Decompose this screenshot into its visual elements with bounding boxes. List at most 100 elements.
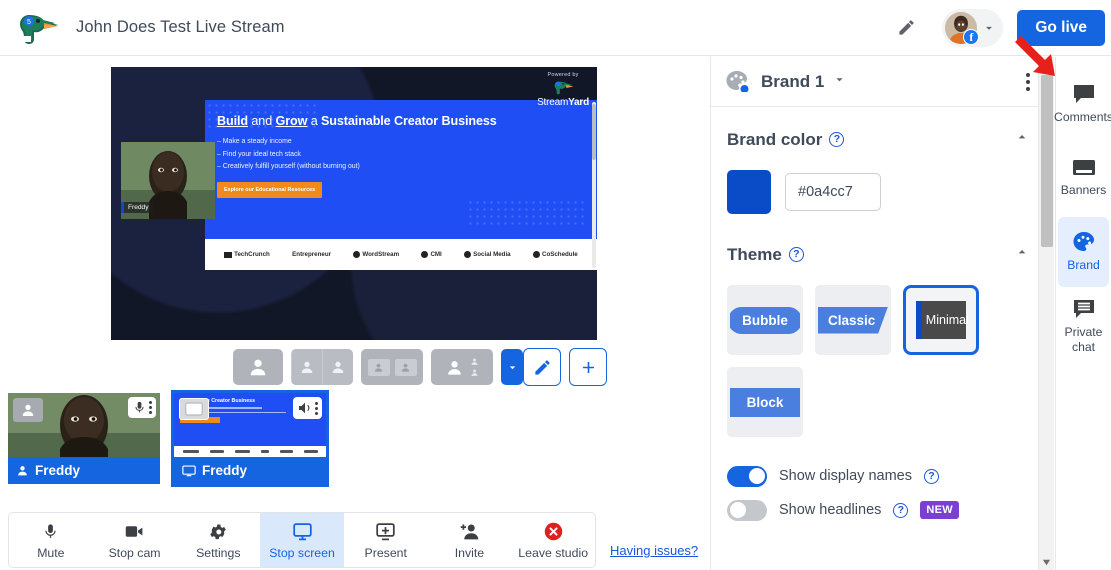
present-label: Present xyxy=(364,545,407,560)
layout-split-button[interactable] xyxy=(291,349,353,385)
brand-dropdown-chevron[interactable] xyxy=(832,72,847,92)
pencil-icon xyxy=(899,20,914,35)
app-logo[interactable]: 5 xyxy=(0,10,76,46)
logo-entrepreneur: Entrepreneur xyxy=(292,251,332,258)
help-circle-icon[interactable]: ? xyxy=(788,247,804,262)
two-person-split-layout-icon xyxy=(301,361,312,373)
layout-controls xyxy=(111,342,607,392)
person-icon xyxy=(22,404,34,416)
rail-item-comments[interactable]: Comments xyxy=(1054,69,1111,139)
settings-button[interactable]: Settings xyxy=(176,513,260,567)
layout-pip-button[interactable] xyxy=(361,349,423,385)
participant-tile-screen[interactable]: Sustainable Creator Business Freddy xyxy=(171,390,329,487)
studio-toolbar: Mute Stop cam Settings Stop screen Prese… xyxy=(8,512,596,568)
rail-comments-label: Comments xyxy=(1054,110,1111,125)
speaker-icon[interactable] xyxy=(297,400,313,416)
brand-color-section-header: Brand color ? xyxy=(727,125,1034,154)
tile-controls xyxy=(128,397,156,418)
stop-cam-button[interactable]: Stop cam xyxy=(93,513,177,567)
chevron-down-icon[interactable] xyxy=(979,18,999,38)
help-circle-icon[interactable]: ? xyxy=(924,468,939,484)
shared-screen-content: Build and Grow a Sustainable Creator Bus… xyxy=(205,100,597,270)
leave-studio-button[interactable]: Leave studio xyxy=(511,513,595,567)
rail-brand-label: Brand xyxy=(1067,258,1100,273)
show-headlines-label: Show headlines xyxy=(779,502,882,518)
edit-layout-button[interactable] xyxy=(523,348,561,386)
help-circle-icon[interactable]: ? xyxy=(829,132,845,147)
brand-color-hex-input[interactable] xyxy=(785,173,881,211)
layout-leader-button[interactable] xyxy=(431,349,493,385)
shared-screen-logo-strip: TechCrunch Entrepreneur WordStream CMI S… xyxy=(205,239,597,270)
shared-screen-scrollbar[interactable] xyxy=(592,102,596,268)
go-live-button[interactable]: Go live xyxy=(1017,9,1105,46)
brand-color-swatch[interactable] xyxy=(727,170,771,214)
theme-option-block[interactable]: Block xyxy=(727,367,803,437)
stop-screen-button[interactable]: Stop screen xyxy=(260,513,344,567)
chevron-up-icon xyxy=(1018,250,1026,254)
shared-screen-heading: Build and Grow a Sustainable Creator Bus… xyxy=(217,114,497,128)
rail-item-brand[interactable]: Brand xyxy=(1058,217,1109,287)
single-person-layout-icon xyxy=(250,359,266,376)
microphone-icon[interactable] xyxy=(132,400,147,415)
theme-options: Bubble Classic Minimal Block xyxy=(727,285,997,437)
video-camera-icon xyxy=(124,521,145,543)
theme-collapse-button[interactable] xyxy=(1010,240,1034,269)
panel-scrollbar[interactable] xyxy=(1038,57,1054,570)
theme-section-header: Theme ? xyxy=(727,240,1034,269)
brand-color-collapse-button[interactable] xyxy=(1010,125,1034,154)
scroll-down-button[interactable] xyxy=(1039,554,1054,570)
watermark-name: StreamYard xyxy=(537,97,589,108)
red-x-circle-icon xyxy=(543,521,564,543)
shared-screen-bullets: – Make a steady income – Find your ideal… xyxy=(217,136,585,174)
leader-and-list-layout-icon xyxy=(471,369,478,376)
leader-and-list-layout-icon xyxy=(471,358,478,365)
rail-private-chat-label: Private chat xyxy=(1064,325,1103,354)
scrollbar-thumb[interactable] xyxy=(1041,75,1053,247)
invite-button[interactable]: Invite xyxy=(428,513,512,567)
kebab-menu-icon[interactable] xyxy=(315,401,318,415)
theme-option-classic[interactable]: Classic xyxy=(815,285,891,355)
show-display-names-label: Show display names xyxy=(779,468,912,484)
tile-name-bar: Freddy xyxy=(174,457,326,484)
kebab-menu-icon[interactable] xyxy=(149,401,152,414)
facebook-badge-icon: f xyxy=(963,28,980,45)
having-issues-link[interactable]: Having issues? xyxy=(610,543,698,558)
edit-title-button[interactable] xyxy=(886,8,926,48)
present-button[interactable]: Present xyxy=(344,513,428,567)
right-rail: Comments Banners Brand Private chat xyxy=(1054,57,1111,570)
scroll-up-button[interactable] xyxy=(1039,57,1054,73)
account-selector[interactable]: f xyxy=(942,8,1004,47)
leave-studio-label: Leave studio xyxy=(518,545,589,560)
participant-tile-camera[interactable]: Freddy xyxy=(8,393,160,484)
palette-icon xyxy=(725,70,751,94)
camera-overlay: Freddy xyxy=(121,142,215,219)
stream-preview[interactable]: Powered by StreamYard Build and Grow a S… xyxy=(111,67,597,340)
theme-option-minimal[interactable]: Minimal xyxy=(903,285,979,355)
banner-icon xyxy=(1072,160,1095,176)
avatar: f xyxy=(945,11,980,45)
header-actions: f Go live xyxy=(886,0,1111,56)
more-layouts-button[interactable] xyxy=(501,349,523,385)
microphone-icon xyxy=(41,521,60,543)
show-headlines-toggle[interactable] xyxy=(727,499,767,521)
add-layout-button[interactable] xyxy=(569,348,607,386)
pencil-icon xyxy=(534,359,550,375)
theme-option-bubble[interactable]: Bubble xyxy=(727,285,803,355)
theme-classic-label: Classic xyxy=(818,306,888,334)
rail-item-private-chat[interactable]: Private chat xyxy=(1058,291,1109,361)
tile-name-text: Freddy xyxy=(202,463,248,478)
help-circle-icon[interactable]: ? xyxy=(893,502,909,518)
show-display-names-row: Show display names ? xyxy=(727,459,1034,493)
brand-toggles: Show display names ? Show headlines ? NE… xyxy=(727,459,1034,527)
show-display-names-toggle[interactable] xyxy=(727,465,767,487)
stop-screen-label: Stop screen xyxy=(269,545,335,560)
brand-color-row xyxy=(727,170,1034,214)
brand-panel-menu-button[interactable] xyxy=(1020,67,1036,97)
list-item: – Make a steady income xyxy=(217,138,292,145)
thumbnail-logo-strip xyxy=(174,446,326,457)
layout-solo-button[interactable] xyxy=(233,349,283,385)
present-plus-icon xyxy=(375,521,396,543)
shared-screen-cta-button: Explore our Educational Resources xyxy=(217,181,323,198)
rail-item-banners[interactable]: Banners xyxy=(1058,143,1109,213)
mute-button[interactable]: Mute xyxy=(9,513,93,567)
